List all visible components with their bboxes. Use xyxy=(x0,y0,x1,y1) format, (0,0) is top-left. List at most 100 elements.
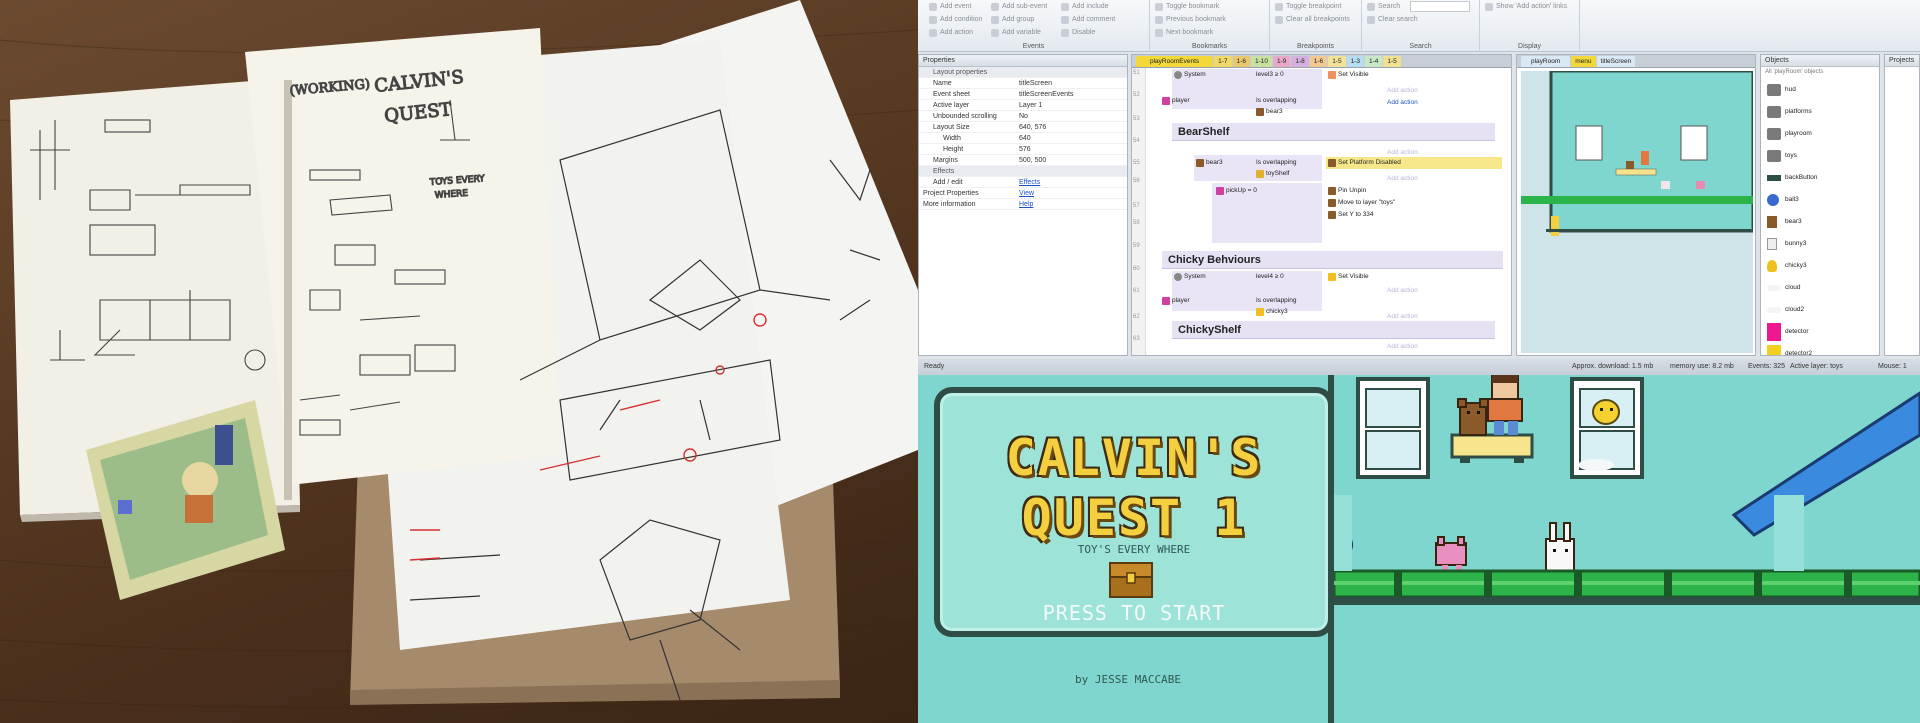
property-value[interactable]: titleScreen xyxy=(1019,78,1127,88)
object-item-platforms[interactable]: platforms xyxy=(1765,101,1875,123)
property-row[interactable]: More information Help xyxy=(919,199,1127,210)
property-row[interactable]: Layout Size 640, 576 xyxy=(919,122,1127,133)
property-row[interactable]: Project Properties View xyxy=(919,188,1127,199)
add-variable-button[interactable]: Add variable xyxy=(990,27,1041,39)
toggle-bookmark-button[interactable]: Toggle bookmark xyxy=(1154,1,1219,13)
property-row[interactable]: Height 576 xyxy=(919,144,1127,155)
add-action-link[interactable]: Add action xyxy=(1387,97,1418,108)
tab-event-sheet[interactable]: 1-6 xyxy=(1232,56,1250,67)
previous-bookmark-button[interactable]: Previous bookmark xyxy=(1154,14,1226,26)
condition-object[interactable]: player xyxy=(1160,295,1220,307)
add-include-button[interactable]: Add include xyxy=(1060,1,1109,13)
view-link[interactable]: View xyxy=(1019,188,1127,198)
effects-category[interactable]: Effects xyxy=(919,166,1127,177)
tab-playroom[interactable]: playRoom xyxy=(1521,56,1571,67)
property-row[interactable]: Unbounded scrolling No xyxy=(919,111,1127,122)
tab-event-sheet[interactable]: 1-5 xyxy=(1328,56,1346,67)
tab-event-sheet[interactable]: 1-9 xyxy=(1272,56,1291,67)
tab-menu[interactable]: menu xyxy=(1571,56,1596,67)
add-action-link[interactable]: Add action xyxy=(1387,285,1418,296)
property-key: Layout Size xyxy=(933,124,970,131)
property-value[interactable]: Layer 1 xyxy=(1019,100,1127,110)
property-key: Width xyxy=(943,135,961,142)
add-comment-button[interactable]: Add comment xyxy=(1060,14,1115,26)
condition-target[interactable]: toyShelf xyxy=(1254,168,1322,180)
action-set-visible[interactable]: Set Visible xyxy=(1326,69,1502,81)
action-set-y[interactable]: Set Y to 334 xyxy=(1326,209,1502,221)
property-value[interactable]: 640, 576 xyxy=(1019,122,1127,132)
layout-properties-category[interactable]: Layout properties xyxy=(919,67,1127,78)
action-move-to-layer[interactable]: Move to layer "toys" xyxy=(1326,197,1502,209)
event-group-bearshelf[interactable]: BearShelf xyxy=(1172,123,1495,141)
object-item-hud[interactable]: hud xyxy=(1765,79,1875,101)
add-action-button[interactable]: Add action xyxy=(928,27,973,39)
condition-object[interactable]: System xyxy=(1172,271,1232,283)
object-item-chicky3[interactable]: chicky3 xyxy=(1765,255,1875,277)
property-value[interactable]: 576 xyxy=(1019,144,1127,154)
condition-text[interactable]: level3 ≥ 0 xyxy=(1254,69,1322,81)
condition-object[interactable]: player xyxy=(1160,95,1220,107)
object-item-ball3[interactable]: ball3 xyxy=(1765,189,1875,211)
tab-playroomevents[interactable]: playRoomEvents xyxy=(1136,56,1214,67)
game-screenshots: CALVIN'S QUEST 1 TOY'S EVERY WHERE PRESS… xyxy=(918,375,1920,723)
add-event-button[interactable]: Add event xyxy=(928,1,972,13)
action-platform-disabled[interactable]: Set Platform Disabled xyxy=(1326,157,1502,169)
object-item-bear3[interactable]: bear3 xyxy=(1765,211,1875,233)
add-condition-button[interactable]: Add condition xyxy=(928,14,982,26)
property-row[interactable]: Add / edit Effects xyxy=(919,177,1127,188)
add-action-link[interactable]: Add action xyxy=(1387,85,1418,96)
object-item-cloud[interactable]: cloud xyxy=(1765,277,1875,299)
tab-event-sheet[interactable]: 1-6 xyxy=(1309,56,1328,67)
object-item-detector[interactable]: detector xyxy=(1765,321,1875,343)
tab-event-sheet[interactable]: 1-7 xyxy=(1214,56,1232,67)
objects-filter[interactable]: All 'playRoom' objects xyxy=(1761,67,1879,78)
add-action-link[interactable]: Add action xyxy=(1387,173,1418,184)
tab-event-sheet[interactable]: 1-10 xyxy=(1250,56,1272,67)
action-pin-unpin[interactable]: Pin Unpin xyxy=(1326,185,1502,197)
add-group-button[interactable]: Add group xyxy=(990,14,1034,26)
condition-object[interactable]: bear3 xyxy=(1194,157,1252,169)
property-row[interactable]: Width 640 xyxy=(919,133,1127,144)
event-group-chicky-behaviours[interactable]: Chicky Behviours xyxy=(1162,251,1503,269)
property-row[interactable]: Active layer Layer 1 xyxy=(919,100,1127,111)
event-group-chickyshelf[interactable]: ChickyShelf xyxy=(1172,321,1495,339)
tab-event-sheet[interactable]: 1-5 xyxy=(1383,56,1401,67)
tab-event-sheet[interactable]: 1-8 xyxy=(1291,56,1309,67)
object-item-playroom[interactable]: playroom xyxy=(1765,123,1875,145)
tab-titlescreen[interactable]: titleScreen xyxy=(1596,56,1636,67)
press-to-start-button[interactable]: PRESS TO START xyxy=(940,601,1328,625)
property-value[interactable]: No xyxy=(1019,111,1127,121)
disable-button[interactable]: Disable xyxy=(1060,27,1095,39)
property-value[interactable]: titleScreenEvents xyxy=(1019,89,1127,99)
condition-text[interactable]: level4 ≥ 0 xyxy=(1254,271,1322,283)
clear-search-button[interactable]: Clear search xyxy=(1366,14,1418,26)
add-sub-event-button[interactable]: Add sub-event xyxy=(990,1,1047,13)
condition-object[interactable]: System xyxy=(1172,69,1232,81)
toggle-breakpoint-button[interactable]: Toggle breakpoint xyxy=(1274,1,1341,13)
search-input[interactable] xyxy=(1410,1,1470,12)
action-set-visible[interactable]: Set Visible xyxy=(1326,271,1502,283)
condition-pickup[interactable]: pickUp = 0 xyxy=(1214,185,1314,197)
tab-event-sheet[interactable]: 1-4 xyxy=(1365,56,1383,67)
effects-link[interactable]: Effects xyxy=(1019,177,1127,187)
tab-event-sheet[interactable]: 1-3 xyxy=(1346,56,1364,67)
add-action-link[interactable]: Add action xyxy=(1387,341,1418,352)
object-item-toys[interactable]: toys xyxy=(1765,145,1875,167)
condition-target[interactable]: chicky3 xyxy=(1254,306,1322,318)
show-add-action-links-checkbox[interactable]: Show 'Add action' links xyxy=(1484,1,1567,13)
object-item-detector2[interactable]: detector2 xyxy=(1765,343,1875,355)
condition-target[interactable]: bear3 xyxy=(1254,106,1322,118)
property-row[interactable]: Event sheet titleScreenEvents xyxy=(919,89,1127,100)
object-item-cloud2[interactable]: cloud2 xyxy=(1765,299,1875,321)
help-link[interactable]: Help xyxy=(1019,199,1127,209)
object-item-bunny3[interactable]: bunny3 xyxy=(1765,233,1875,255)
property-value[interactable]: 500, 500 xyxy=(1019,155,1127,165)
property-row[interactable]: Margins 500, 500 xyxy=(919,155,1127,166)
clear-breakpoints-button[interactable]: Clear all breakpoints xyxy=(1274,14,1350,26)
search-button[interactable]: Search xyxy=(1366,1,1400,13)
property-row[interactable]: Name titleScreen xyxy=(919,78,1127,89)
layout-canvas[interactable] xyxy=(1521,69,1755,353)
object-item-backbutton[interactable]: backButton xyxy=(1765,167,1875,189)
next-bookmark-button[interactable]: Next bookmark xyxy=(1154,27,1213,39)
property-value[interactable]: 640 xyxy=(1019,133,1127,143)
